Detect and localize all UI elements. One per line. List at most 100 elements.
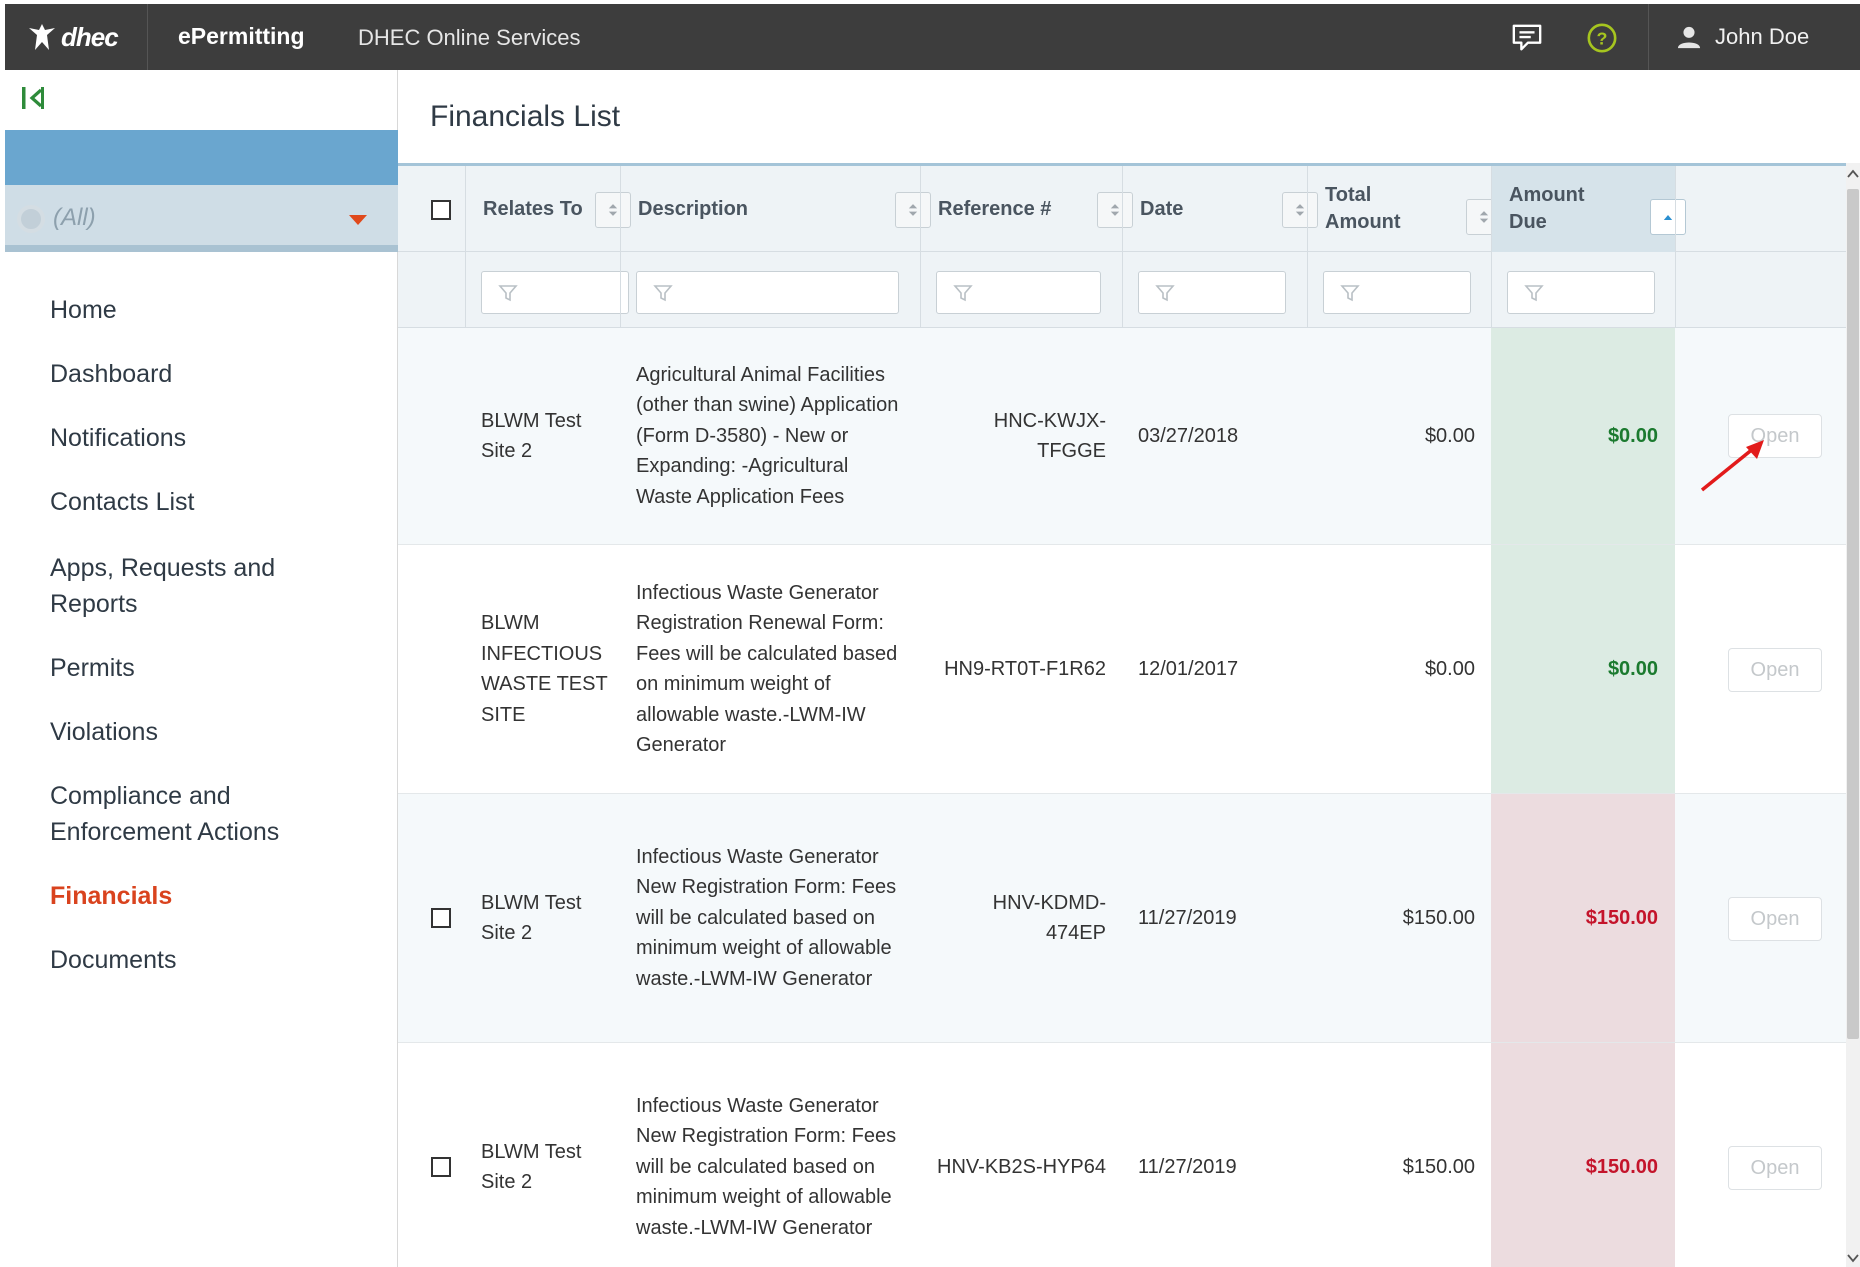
palmetto-logo-icon — [29, 24, 55, 50]
table-row[interactable]: BLWM Test Site 2 Agricultural Animal Fac… — [398, 328, 1846, 545]
online-services-link[interactable]: DHEC Online Services — [358, 25, 581, 51]
cell-amount-due: $150.00 — [1491, 794, 1675, 1042]
scroll-thumb[interactable] — [1847, 189, 1859, 1039]
sort-icon — [908, 204, 918, 216]
filter-icon — [498, 284, 518, 301]
open-button[interactable]: Open — [1728, 648, 1822, 692]
app-window: dhec ePermitting DHEC Online Services ? … — [5, 4, 1860, 1267]
table-row[interactable]: BLWM INFECTIOUS WASTE TEST SITE Infectio… — [398, 545, 1846, 794]
cell-relates-to: BLWM Test Site 2 — [481, 1140, 582, 1194]
row-checkbox[interactable] — [431, 1157, 451, 1177]
filter-input-relates-to[interactable] — [481, 271, 629, 314]
chat-icon[interactable] — [1510, 21, 1544, 55]
column-header-description[interactable]: Description — [620, 166, 920, 252]
filter-radio-icon — [17, 205, 45, 233]
column-divider — [465, 166, 466, 328]
filter-input-reference[interactable] — [936, 271, 1101, 314]
grid-scrollbar[interactable] — [1846, 163, 1860, 1267]
svg-text:?: ? — [1597, 29, 1608, 49]
user-name: John Doe — [1715, 24, 1810, 49]
sidebar-item-home[interactable]: Home — [5, 292, 398, 328]
cell-date: 03/27/2018 — [1138, 424, 1239, 447]
sort-button-amount-due[interactable] — [1650, 199, 1686, 235]
user-menu[interactable]: John Doe — [1648, 4, 1860, 70]
cell-total-amount: $0.00 — [1424, 424, 1475, 447]
app-brand[interactable]: ePermitting — [178, 23, 305, 50]
caret-down-icon — [349, 215, 367, 225]
financials-grid: Relates To Description Reference # Date … — [398, 163, 1846, 1267]
sort-icon — [1479, 211, 1489, 223]
open-button[interactable]: Open — [1728, 897, 1822, 941]
cell-reference: HN9-RT0T-F1R62 — [944, 657, 1106, 680]
column-divider — [1122, 166, 1123, 328]
select-all-checkbox[interactable] — [431, 200, 451, 220]
cell-description: Agricultural Animal Facilities (other th… — [636, 363, 899, 508]
table-row[interactable]: BLWM Test Site 2 Infectious Waste Genera… — [398, 1043, 1846, 1267]
cell-date: 11/27/2019 — [1138, 1155, 1237, 1178]
column-divider — [920, 166, 921, 328]
filter-input-amount-due[interactable] — [1507, 271, 1655, 314]
filter-icon — [1340, 284, 1360, 301]
filter-icon — [953, 284, 973, 301]
sidebar-item-compliance-enforcement[interactable]: Compliance and Enforcement Actions — [5, 778, 305, 850]
column-divider — [1307, 166, 1308, 328]
sort-icon — [1110, 204, 1120, 216]
cell-reference: HNC-KWJX-TFGGE — [993, 409, 1106, 463]
filter-value: (All) — [53, 204, 96, 231]
sidebar-item-violations[interactable]: Violations — [5, 714, 398, 750]
cell-relates-to: BLWM Test Site 2 — [481, 891, 582, 945]
row-checkbox[interactable] — [431, 908, 451, 928]
column-header-reference[interactable]: Reference # — [920, 166, 1122, 252]
cell-total-amount: $150.00 — [1402, 906, 1475, 929]
sort-icon — [1295, 204, 1305, 216]
sidebar-item-financials[interactable]: Financials — [5, 878, 398, 914]
cell-amount-due: $0.00 — [1491, 545, 1675, 793]
sidebar-item-permits[interactable]: Permits — [5, 650, 398, 686]
column-header-total-amount[interactable]: Total Amount — [1307, 166, 1491, 252]
filter-icon — [653, 284, 673, 301]
facility-filter-dropdown[interactable]: (All) — [5, 185, 398, 252]
sort-icon — [608, 204, 618, 216]
sidebar-header-band — [5, 130, 398, 185]
open-button[interactable]: Open — [1728, 1146, 1822, 1190]
cell-total-amount: $150.00 — [1402, 1155, 1475, 1178]
main-content: Financials List Relates To Description R… — [398, 70, 1860, 1267]
filter-icon — [1155, 284, 1175, 301]
sidebar-item-apps-requests-reports[interactable]: Apps, Requests and Reports — [5, 550, 305, 622]
cell-reference: HNV-KB2S-HYP64 — [937, 1155, 1106, 1178]
annotation-arrow-icon — [1700, 440, 1764, 492]
cell-date: 12/01/2017 — [1138, 657, 1239, 680]
cell-description: Infectious Waste Generator Registration … — [636, 581, 898, 757]
filter-icon — [1524, 284, 1544, 301]
logo-text: dhec — [61, 21, 119, 52]
user-icon — [1677, 26, 1701, 49]
top-bar: dhec ePermitting DHEC Online Services ? … — [5, 4, 1860, 70]
help-icon[interactable]: ? — [1585, 21, 1619, 55]
cell-reference: HNV-KDMD-474EP — [992, 891, 1106, 945]
column-divider — [1491, 166, 1492, 328]
cell-relates-to: BLWM INFECTIOUS WASTE TEST SITE — [481, 612, 608, 726]
column-header-amount-due[interactable]: Amount Due — [1491, 166, 1675, 252]
filter-input-date[interactable] — [1138, 271, 1286, 314]
filter-input-description[interactable] — [636, 271, 899, 314]
cell-description: Infectious Waste Generator New Registrat… — [636, 1094, 897, 1239]
cell-total-amount: $0.00 — [1424, 657, 1475, 680]
table-row[interactable]: BLWM Test Site 2 Infectious Waste Genera… — [398, 794, 1846, 1043]
dhec-logo[interactable]: dhec — [5, 4, 148, 70]
cell-date: 11/27/2019 — [1138, 906, 1237, 929]
sort-ascending-icon — [1663, 214, 1673, 220]
column-divider — [620, 166, 621, 328]
cell-description: Infectious Waste Generator New Registrat… — [636, 845, 897, 990]
collapse-sidebar-icon[interactable] — [19, 84, 47, 112]
sidebar-item-dashboard[interactable]: Dashboard — [5, 356, 398, 392]
cell-relates-to: BLWM Test Site 2 — [481, 409, 582, 463]
filter-input-total-amount[interactable] — [1323, 271, 1471, 314]
page-title: Financials List — [430, 100, 621, 133]
sidebar-item-notifications[interactable]: Notifications — [5, 420, 398, 456]
column-header-date[interactable]: Date — [1122, 166, 1307, 252]
sidebar-item-documents[interactable]: Documents — [5, 942, 398, 978]
scroll-up-icon[interactable] — [1846, 167, 1860, 181]
sidebar: (All) Home Dashboard Notifications Conta… — [5, 70, 398, 1267]
sidebar-item-contacts-list[interactable]: Contacts List — [5, 484, 398, 520]
scroll-down-icon[interactable] — [1846, 1251, 1860, 1265]
